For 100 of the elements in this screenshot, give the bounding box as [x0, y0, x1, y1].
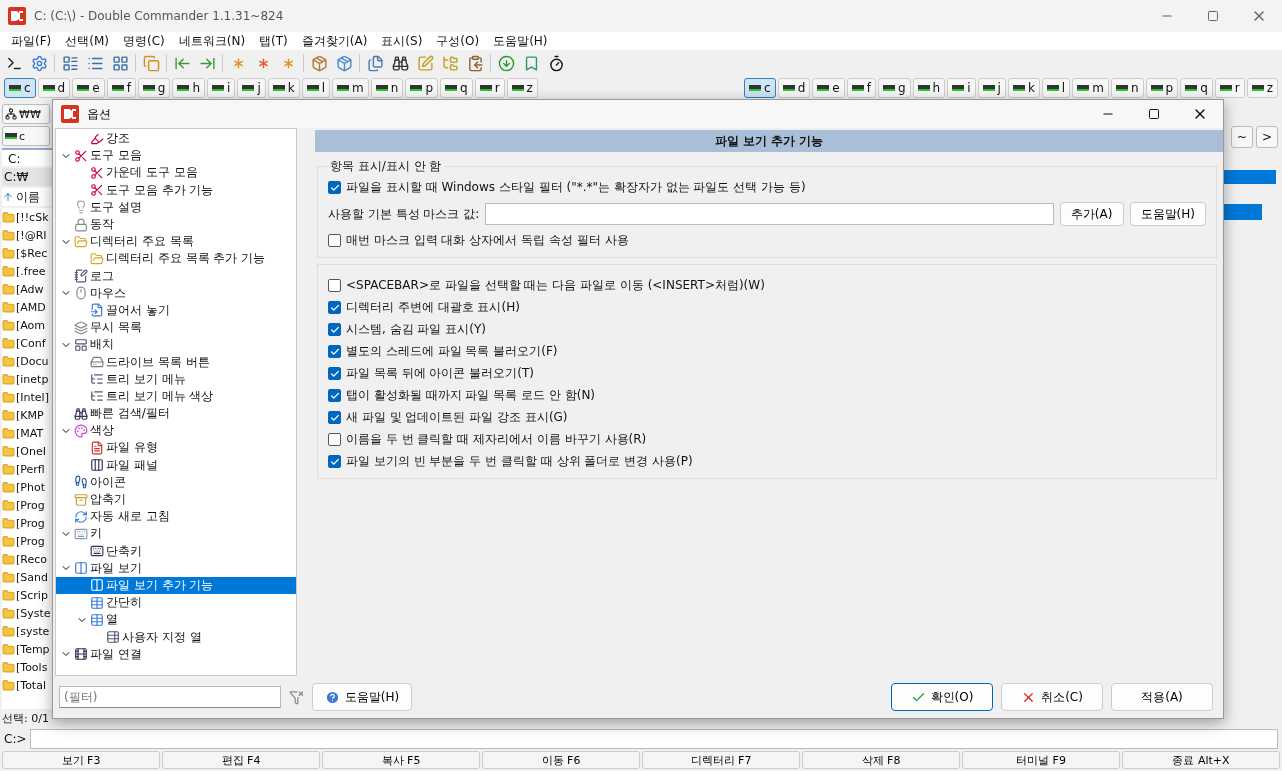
function-key-button[interactable]: 종료 Alt+X [1122, 751, 1280, 769]
drive-button[interactable]: c [2, 126, 50, 146]
drive-button[interactable]: c [4, 78, 36, 98]
file-name[interactable]: [Prog [16, 516, 45, 530]
function-key-button[interactable]: 삭제 F8 [802, 751, 960, 769]
checkbox[interactable] [328, 181, 341, 194]
drive-button[interactable]: r [1214, 78, 1245, 98]
tree-item[interactable]: 마우스 [56, 284, 296, 302]
function-key-button[interactable]: 복사 F5 [322, 751, 480, 769]
drive-button[interactable]: z [1246, 78, 1278, 98]
file-name[interactable]: [Conf [16, 336, 46, 350]
tree-item[interactable]: 도구 모음 [56, 147, 296, 165]
checkbox[interactable] [328, 323, 341, 336]
file-name[interactable]: [Docu [16, 354, 49, 368]
group-button[interactable]: 추가(A) [1059, 202, 1124, 226]
file-name[interactable]: [OneI [16, 444, 46, 458]
tree-item[interactable]: 로그 [56, 267, 296, 285]
file-name[interactable]: [!@RI [16, 228, 47, 242]
file-name[interactable]: [Adw [16, 282, 44, 296]
menu-item[interactable]: 탭(T) [252, 32, 295, 50]
file-name[interactable]: [Syste [16, 606, 51, 620]
tree-item[interactable]: 색상 [56, 422, 296, 440]
tree-item[interactable]: 키 [56, 525, 296, 543]
tree-item[interactable]: 아이콘 [56, 473, 296, 491]
checkbox[interactable] [328, 389, 341, 402]
function-key-button[interactable]: 이동 F6 [482, 751, 640, 769]
file-name[interactable]: [syste [16, 624, 50, 638]
folder-tree-icon[interactable] [440, 53, 460, 73]
drive-button[interactable]: m [332, 78, 369, 98]
filter-field[interactable]: (필터) [59, 686, 281, 708]
drive-button[interactable]: k [1007, 78, 1040, 98]
file-name[interactable]: [Phot [16, 480, 45, 494]
drive-button[interactable]: l [1041, 78, 1071, 98]
file-name[interactable]: [AMD [16, 300, 46, 314]
package-icon[interactable] [334, 53, 354, 73]
drive-button[interactable]: q [1180, 78, 1213, 98]
binoculars-icon[interactable] [390, 53, 410, 73]
settings-icon[interactable] [29, 53, 49, 73]
menu-item[interactable]: 선택(M) [58, 32, 116, 50]
help-button[interactable]: 도움말(H) [312, 683, 412, 711]
checkbox[interactable] [328, 367, 341, 380]
drive-button[interactable]: e [72, 78, 105, 98]
tree-item[interactable]: 디렉터리 주요 목록 [56, 233, 296, 251]
checkbox[interactable] [328, 345, 341, 358]
drive-button[interactable]: g [137, 78, 171, 98]
tree-item[interactable]: 도구 모음 추가 기능 [56, 181, 296, 199]
grid-icon[interactable] [110, 53, 130, 73]
file-name[interactable]: [$Rec [16, 246, 48, 260]
file-name[interactable]: [Reco [16, 552, 47, 566]
drive-button[interactable]: p [405, 78, 438, 98]
tree-item[interactable]: 배치 [56, 336, 296, 354]
menu-item[interactable]: 구성(O) [429, 32, 487, 50]
file-name[interactable]: [Prog [16, 534, 45, 548]
mask-input[interactable] [485, 203, 1054, 225]
package-icon[interactable] [309, 53, 329, 73]
drive-button[interactable]: d [37, 78, 71, 98]
command-input[interactable] [30, 729, 1278, 749]
list-view-icon[interactable] [60, 53, 80, 73]
drive-button[interactable]: e [812, 78, 845, 98]
drive-button[interactable]: z [506, 78, 538, 98]
function-key-button[interactable]: 보기 F3 [2, 751, 160, 769]
tree-item[interactable]: 파일 보기 추가 기능 [56, 576, 296, 595]
tree-item[interactable]: 도구 설명 [56, 198, 296, 216]
function-key-button[interactable]: 편집 F4 [162, 751, 320, 769]
tree-item[interactable]: 파일 보기 [56, 559, 296, 577]
file-name[interactable]: [MAT [16, 426, 44, 440]
file-name[interactable]: [Prog [16, 498, 45, 512]
dialog-button[interactable]: 취소(C) [1001, 683, 1103, 711]
drive-button[interactable]: g [877, 78, 911, 98]
file-name[interactable]: [Perfl [16, 462, 45, 476]
tree-item[interactable]: 동작 [56, 215, 296, 234]
tree-item[interactable]: 간단히 [56, 594, 296, 612]
panel-button[interactable]: ~ [1231, 126, 1253, 148]
tree-item[interactable]: 강조 [56, 130, 296, 148]
drive-button[interactable]: j [237, 78, 266, 98]
checkbox[interactable] [328, 234, 341, 247]
dialog-button[interactable]: 적용(A) [1111, 683, 1213, 711]
tree-item[interactable]: 파일 연결 [56, 645, 296, 663]
drive-button[interactable]: d [777, 78, 811, 98]
checkbox[interactable] [328, 301, 341, 314]
tree-item[interactable]: 파일 유형 [56, 439, 296, 457]
group-button[interactable]: 도움말(H) [1129, 202, 1206, 226]
tree-item[interactable]: 드라이브 목록 버튼 [56, 353, 296, 371]
drive-button[interactable]: k [267, 78, 300, 98]
drive-button[interactable]: q [440, 78, 473, 98]
tree-item[interactable]: 사용자 지정 열 [56, 628, 296, 646]
panel-button[interactable]: > [1256, 126, 1278, 148]
drive-button[interactable]: c [744, 78, 776, 98]
tree-item[interactable]: 가운데 도구 모음 [56, 164, 296, 182]
tree-item[interactable]: 끌어서 놓기 [56, 301, 296, 320]
checkbox[interactable] [328, 411, 341, 424]
drive-button[interactable]: i [207, 78, 236, 98]
drive-button[interactable]: l [301, 78, 331, 98]
dialog-button[interactable]: 확인(O) [891, 683, 993, 711]
tree-item[interactable]: 단축키 [56, 542, 296, 560]
menu-item[interactable]: 파일(F) [4, 32, 59, 50]
drive-button[interactable]: r [474, 78, 505, 98]
tree-item[interactable]: 트리 보기 메뉴 색상 [56, 387, 296, 405]
network-button[interactable]: ₩₩ [2, 104, 50, 124]
drive-button[interactable]: j [977, 78, 1006, 98]
